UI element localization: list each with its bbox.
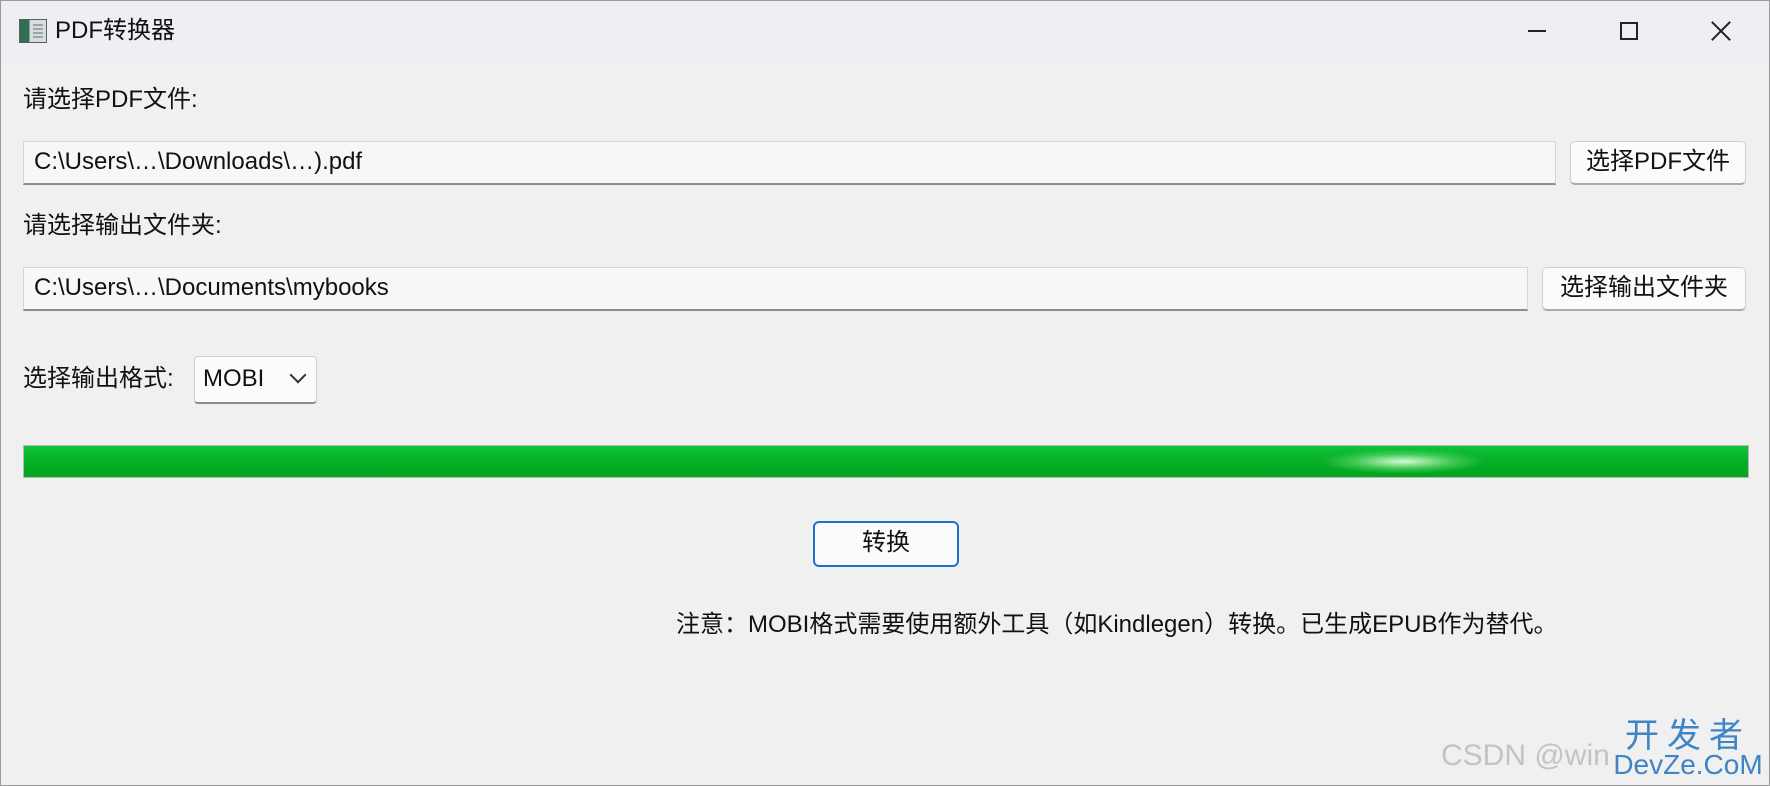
choose-pdf-button[interactable]: 选择PDF文件: [1570, 141, 1746, 185]
site-watermark: 开发者 DevZe.CoM: [1613, 719, 1763, 779]
conversion-progress-bar: [23, 445, 1749, 478]
close-button[interactable]: [1675, 1, 1767, 61]
status-note: 注意：MOBI格式需要使用额外工具（如Kindlegen）转换。已生成EPUB作…: [676, 611, 1558, 638]
output-path-input[interactable]: C:\Users\…\Documents\mybooks: [23, 267, 1528, 311]
csdn-watermark: CSDN @win: [1441, 739, 1610, 772]
minimize-button[interactable]: [1491, 1, 1583, 61]
site-watermark-line1: 开发者: [1625, 717, 1751, 755]
progress-fill: [24, 446, 1748, 477]
pdf-file-label: 请选择PDF文件:: [23, 86, 198, 113]
maximize-icon: [1620, 22, 1638, 40]
output-format-value: MOBI: [203, 365, 265, 392]
convert-button[interactable]: 转换: [813, 521, 959, 567]
output-folder-label: 请选择输出文件夹:: [23, 212, 222, 239]
pdf-path-input[interactable]: C:\Users\…\Downloads\…).pdf: [23, 141, 1556, 185]
output-format-select[interactable]: MOBI: [194, 356, 317, 404]
close-icon: [1710, 20, 1732, 42]
app-window: PDF转换器 请选择PDF文件: C:\Users\…\Downloads\…)…: [0, 0, 1770, 786]
maximize-button[interactable]: [1583, 1, 1675, 61]
output-format-label: 选择输出格式:: [23, 365, 174, 392]
app-icon: [19, 19, 47, 43]
chevron-down-icon: [289, 366, 307, 384]
choose-output-folder-button[interactable]: 选择输出文件夹: [1542, 267, 1746, 311]
window-title: PDF转换器: [55, 17, 175, 44]
site-watermark-line2: DevZe.CoM: [1613, 749, 1763, 780]
minimize-icon: [1528, 30, 1546, 32]
title-bar: PDF转换器: [1, 1, 1769, 61]
